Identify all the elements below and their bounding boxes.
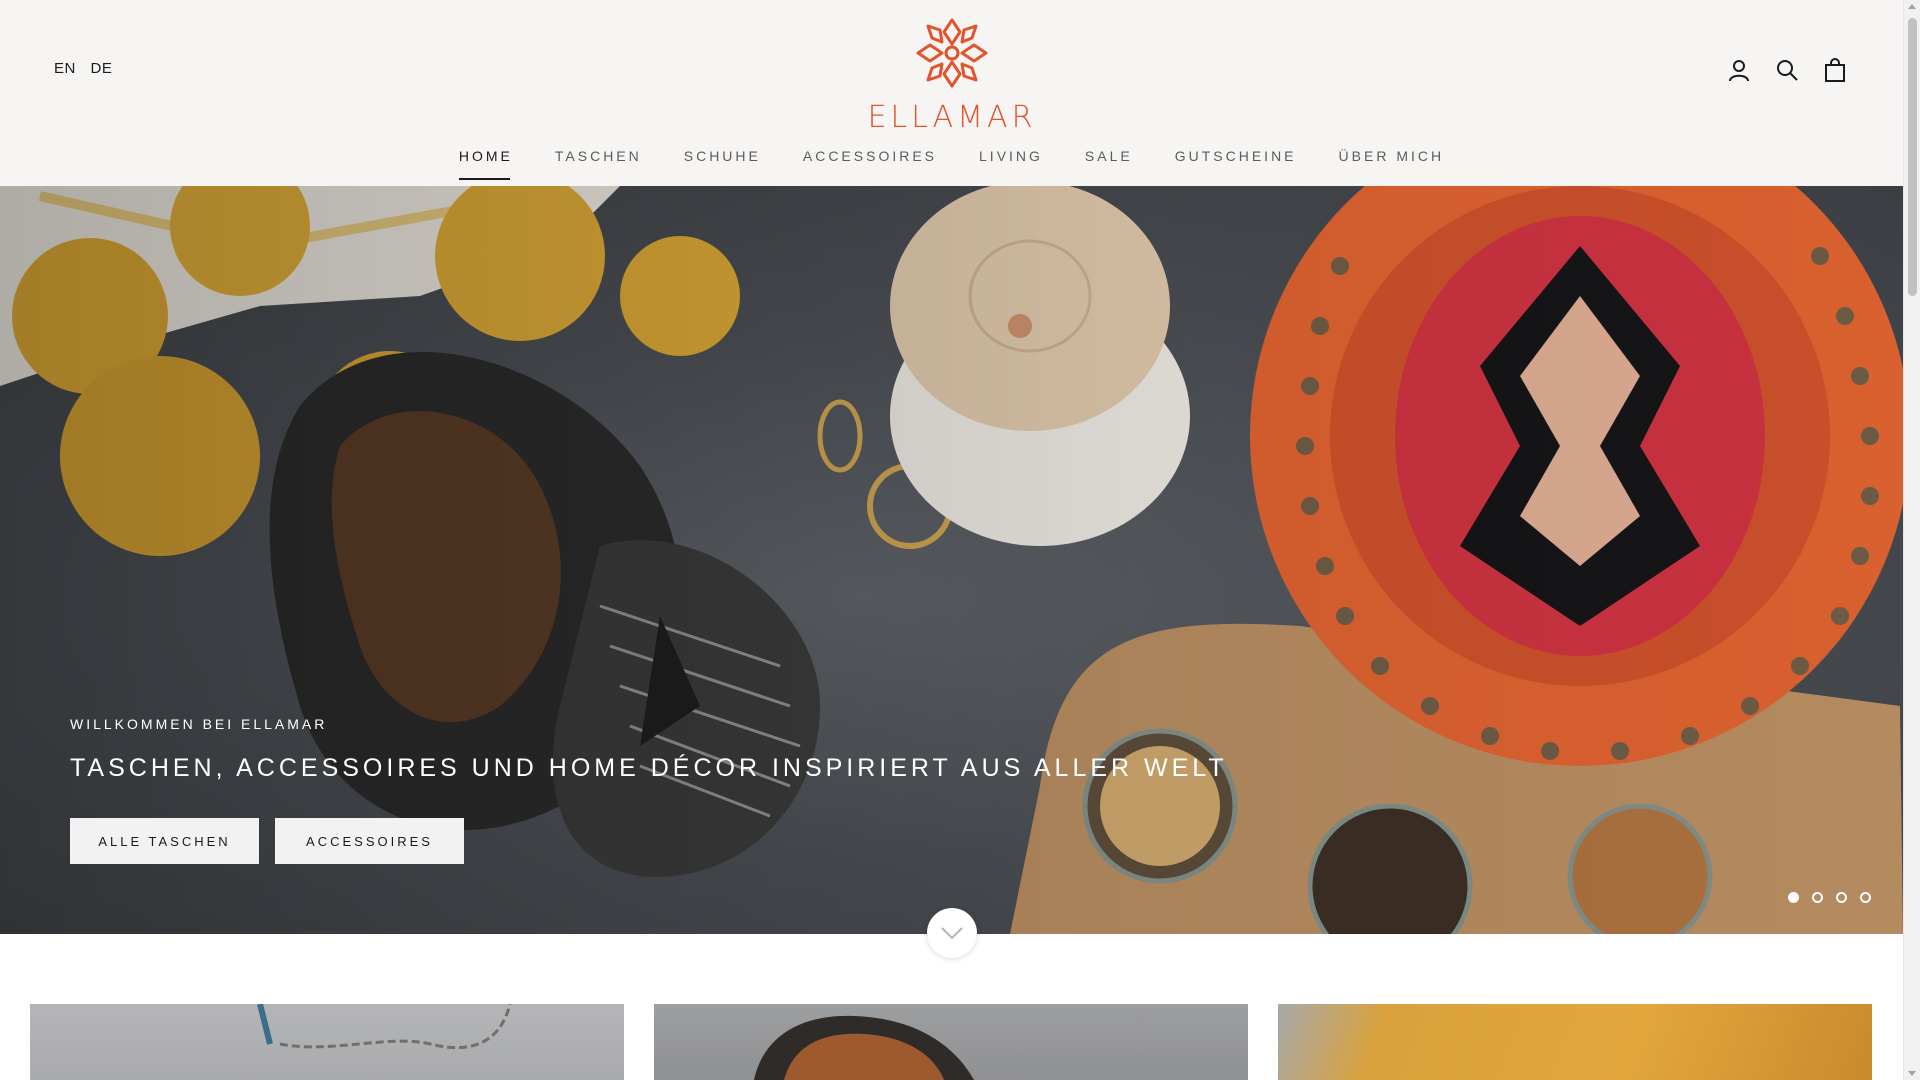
slide-dots: [1788, 892, 1871, 903]
cart-icon[interactable]: [1823, 58, 1847, 82]
language-en[interactable]: EN: [54, 60, 76, 77]
slide-dot-1[interactable]: [1788, 892, 1799, 903]
logo-text: ELLAMAR: [867, 100, 1037, 135]
header-actions: [1727, 58, 1847, 82]
collection-tile-3[interactable]: [1278, 1004, 1872, 1080]
nav-item-taschen[interactable]: TASCHEN: [555, 148, 642, 180]
nav-item-ueber-mich[interactable]: ÜBER MICH: [1339, 148, 1445, 180]
site-header: EN DE ELLAMAR HOME TASCHEN SCHUHE ACCESS…: [0, 0, 1903, 186]
hero-slideshow: WILLKOMMEN BEI ELLAMAR TASCHEN, ACCESSOI…: [0, 186, 1903, 934]
collection-tiles: [30, 1004, 1872, 1080]
language-de[interactable]: DE: [91, 60, 113, 77]
scroll-down-arrow-icon[interactable]: [1908, 1071, 1916, 1076]
hero-buttons: ALLE TASCHEN ACCESSOIRES: [70, 818, 464, 864]
account-icon[interactable]: [1727, 58, 1751, 82]
slide-dot-3[interactable]: [1836, 892, 1847, 903]
nav-item-sale[interactable]: SALE: [1085, 148, 1133, 180]
slide-dot-4[interactable]: [1860, 892, 1871, 903]
language-switcher: EN DE: [54, 60, 122, 77]
scroll-up-arrow-icon[interactable]: [1908, 4, 1916, 9]
collection-tile-1[interactable]: [30, 1004, 624, 1080]
scrollbar[interactable]: [1903, 0, 1920, 1080]
all-bags-button[interactable]: ALLE TASCHEN: [70, 818, 259, 864]
logo-mark-icon: [916, 18, 988, 88]
scroll-down-button[interactable]: [927, 908, 977, 958]
collection-tile-2[interactable]: [654, 1004, 1248, 1080]
nav-item-gutscheine[interactable]: GUTSCHEINE: [1175, 148, 1297, 180]
search-icon[interactable]: [1775, 58, 1799, 82]
hero-kicker: WILLKOMMEN BEI ELLAMAR: [70, 716, 328, 732]
slide-dot-2[interactable]: [1812, 892, 1823, 903]
nav-item-accessoires[interactable]: ACCESSOIRES: [803, 148, 937, 180]
accessories-button[interactable]: ACCESSOIRES: [275, 818, 464, 864]
logo[interactable]: ELLAMAR: [852, 14, 1052, 135]
nav-item-schuhe[interactable]: SCHUHE: [684, 148, 761, 180]
tile-image-2: [754, 1015, 974, 1080]
tile-image-1: [257, 1004, 512, 1050]
scrollbar-thumb[interactable]: [1908, 18, 1917, 296]
chevron-down-icon: [941, 927, 963, 939]
nav-item-living[interactable]: LIVING: [979, 148, 1043, 180]
hero-title: TASCHEN, ACCESSOIRES UND HOME DÉCOR INSP…: [70, 754, 1228, 782]
nav-item-home[interactable]: HOME: [458, 148, 513, 180]
main-nav: HOME TASCHEN SCHUHE ACCESSOIRES LIVING S…: [0, 148, 1903, 180]
